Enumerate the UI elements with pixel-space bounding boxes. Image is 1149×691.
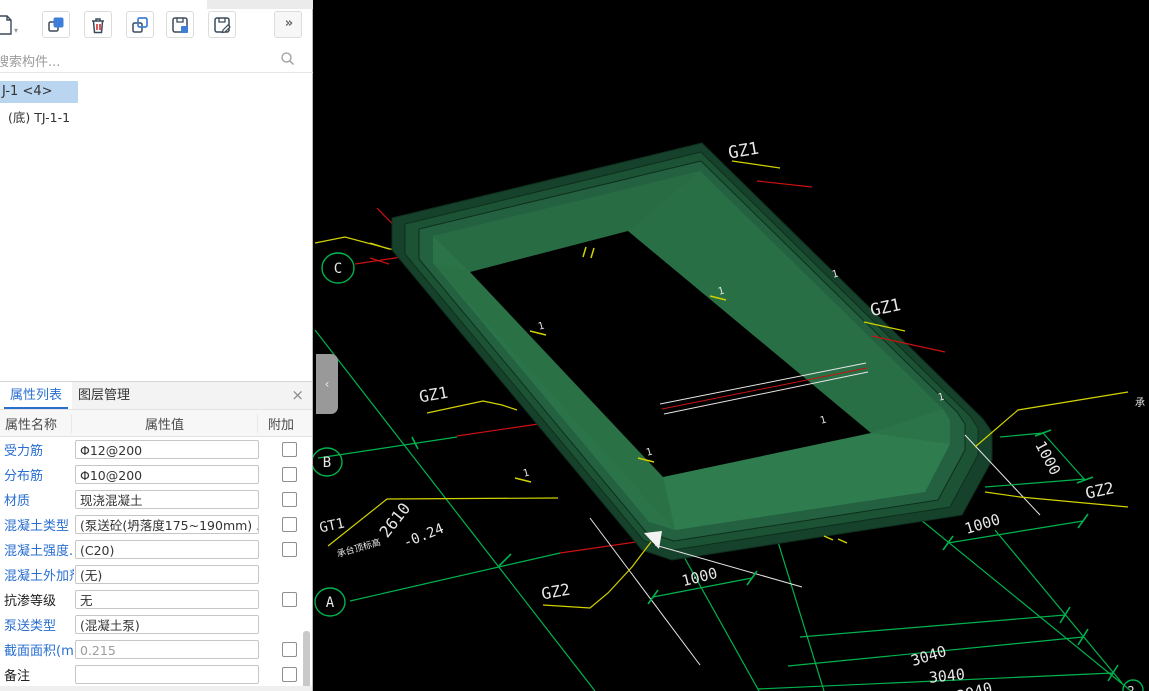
foundation-3d-model[interactable] xyxy=(391,142,993,561)
elevation-prefix: 承台顶标高 xyxy=(335,536,382,560)
property-row: 抗渗等级无 xyxy=(0,587,312,612)
save-as-icon xyxy=(214,16,231,33)
axis-label-c: C xyxy=(334,261,342,277)
dim-1000-right: 1000 xyxy=(963,510,1003,538)
property-row: 混凝土外加剂(无) xyxy=(0,562,312,587)
property-row: 混凝土强度... (C20) xyxy=(0,537,312,562)
cad-3d-viewport[interactable]: 1 1 1 1 1 1 1 C B A 2 GZ1 GZ1 GZ1 GZ2 GZ… xyxy=(313,0,1149,691)
toolbar-more-button[interactable]: » xyxy=(274,11,302,38)
svg-text:1: 1 xyxy=(522,468,531,480)
value-input[interactable]: 现浇混凝土 xyxy=(75,490,259,509)
property-table-header: 属性名称 属性值 附加 xyxy=(0,410,312,437)
value-input[interactable]: (泵送砼(坍落度175~190mm) ... xyxy=(75,515,259,534)
label-gz2-right: GZ2 xyxy=(1084,478,1116,503)
tab-property-list[interactable]: 属性列表 xyxy=(0,382,73,409)
attach-checkbox[interactable] xyxy=(282,492,297,507)
chevron-left-icon: ‹ xyxy=(324,377,330,391)
save-button[interactable] xyxy=(166,11,194,38)
search-placeholder: 搜索构件... xyxy=(0,55,61,70)
component-search[interactable]: 搜索构件... xyxy=(0,46,313,73)
label-gz1-top: GZ1 xyxy=(727,139,761,164)
property-row: 混凝土类型 (泵送砼(坍落度175~190mm) ... xyxy=(0,512,312,537)
left-sidebar: ▾ » 搜索构件... J-1 <4> (底) TJ-1-1 属性列表 图层管理… xyxy=(0,0,313,691)
value-input[interactable]: Φ10@200 xyxy=(75,465,259,484)
property-row: 截面面积(m²)0.215 xyxy=(0,637,312,662)
panel-collapse-handle[interactable]: ‹ xyxy=(316,354,338,414)
attach-checkbox[interactable] xyxy=(282,517,297,532)
window-top-strip xyxy=(207,0,313,9)
layers-icon xyxy=(132,16,148,33)
copy-button[interactable] xyxy=(42,11,70,38)
save-as-button[interactable] xyxy=(208,11,236,38)
value-input[interactable] xyxy=(75,665,259,684)
label-gz1-left: GZ1 xyxy=(418,383,450,407)
attach-checkbox[interactable] xyxy=(282,667,297,682)
attach-checkbox[interactable] xyxy=(282,592,297,607)
tree-node-child[interactable]: (底) TJ-1-1 xyxy=(8,107,70,126)
close-icon[interactable]: × xyxy=(291,382,304,408)
edge-clipped-char: 承 xyxy=(1135,397,1145,409)
dropdown-caret-icon[interactable]: ▾ xyxy=(14,26,18,35)
save-icon xyxy=(172,16,188,33)
label-gz2-bottom: GZ2 xyxy=(540,580,572,604)
value-input[interactable]: (C20) xyxy=(75,540,259,559)
attach-checkbox[interactable] xyxy=(282,542,297,557)
attach-checkbox[interactable] xyxy=(282,642,297,657)
axis-label-a: A xyxy=(326,595,335,611)
trash-icon xyxy=(92,17,104,33)
search-icon[interactable] xyxy=(280,51,295,70)
value-input[interactable]: (混凝土泵) xyxy=(75,615,259,634)
axis-label-2: 2 xyxy=(1127,684,1134,691)
attach-checkbox[interactable] xyxy=(282,442,297,457)
toolbar: ▾ » xyxy=(0,10,313,42)
property-panel: 属性列表 图层管理 × 属性名称 属性值 附加 受力筋 Φ12@200 分布筋 Φ1… xyxy=(0,381,312,691)
dim-3040-a: 3040 xyxy=(909,642,949,670)
value-input[interactable]: (无) xyxy=(75,565,259,584)
property-row: 分布筋 Φ10@200 xyxy=(0,462,312,487)
tree-node-selected[interactable]: J-1 <4> xyxy=(0,81,78,103)
label-gt1: GT1 xyxy=(318,516,346,537)
property-row: 泵送类型 (混凝土泵) xyxy=(0,612,312,637)
dim-3040-b: 3040 xyxy=(928,665,966,687)
tab-layer-management[interactable]: 图层管理 xyxy=(68,382,140,409)
copy-icon xyxy=(48,17,64,32)
panel-bottom-strip xyxy=(0,686,312,691)
scrollbar-thumb[interactable] xyxy=(303,631,310,689)
copy-layer-button[interactable] xyxy=(126,11,154,38)
delete-button[interactable] xyxy=(84,11,112,38)
property-row: 备注 xyxy=(0,662,312,687)
value-input[interactable]: 无 xyxy=(75,590,259,609)
property-tabs: 属性列表 图层管理 × xyxy=(0,382,312,410)
application-window: ▾ » 搜索构件... J-1 <4> (底) TJ-1-1 属性列表 图层管理… xyxy=(0,0,1149,691)
dim-1000-vertical: 1000 xyxy=(1031,438,1064,478)
property-row: 材质 现浇混凝土 xyxy=(0,487,312,512)
label-gz1-right: GZ1 xyxy=(868,295,902,321)
dim-1000-bottom: 1000 xyxy=(680,564,719,590)
property-row: 受力筋 Φ12@200 xyxy=(0,437,312,462)
elevation-value: -0.24 xyxy=(401,521,446,552)
value-input-readonly: 0.215 xyxy=(75,640,259,659)
axis-label-b: B xyxy=(323,455,331,471)
value-input[interactable]: Φ12@200 xyxy=(75,440,259,459)
attach-checkbox[interactable] xyxy=(282,467,297,482)
